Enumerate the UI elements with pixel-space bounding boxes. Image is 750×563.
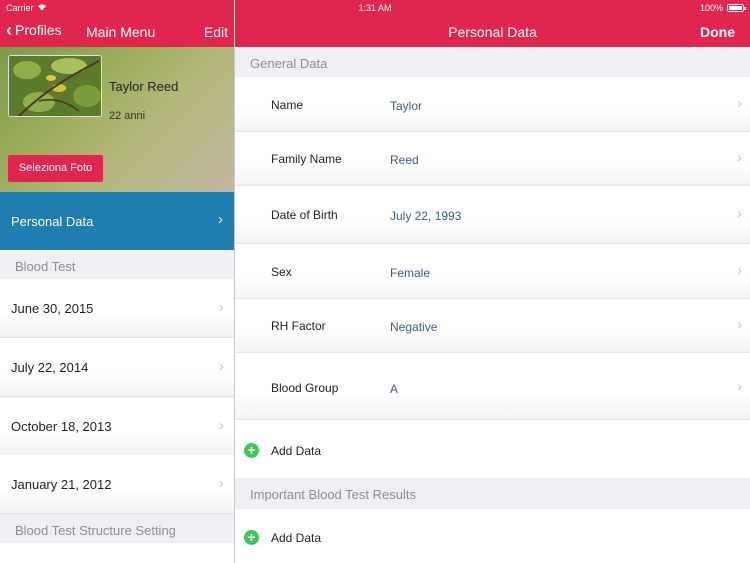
- blood-test-item[interactable]: June 30, 2015 ›: [0, 279, 234, 338]
- add-data-label: Add Data: [271, 444, 322, 458]
- chevron-right-icon: ›: [219, 299, 224, 316]
- master-nav-bar: ‹ Profiles Main Menu Edit: [0, 16, 234, 47]
- field-row-family-name[interactable]: Family Name Reed ›: [235, 132, 750, 186]
- select-photo-button[interactable]: Seleziona Foto: [8, 155, 103, 182]
- done-button[interactable]: Done: [700, 24, 735, 40]
- field-label: Family Name: [271, 152, 342, 166]
- detail-nav-title: Personal Data: [448, 24, 537, 40]
- blood-test-date: January 21, 2012: [11, 477, 112, 492]
- chevron-right-icon: ›: [737, 378, 742, 395]
- add-icon: +: [244, 443, 259, 458]
- section-header-label: Blood Test: [15, 259, 76, 274]
- blood-test-date: July 22, 2014: [11, 360, 89, 375]
- field-label: Sex: [271, 265, 292, 279]
- blood-test-item[interactable]: July 22, 2014 ›: [0, 338, 234, 397]
- profile-age: 22 anni: [109, 110, 146, 122]
- field-label: Name: [271, 98, 304, 112]
- chevron-right-icon: ›: [737, 149, 742, 166]
- field-label: RH Factor: [271, 319, 326, 333]
- chevron-right-icon: ›: [737, 95, 742, 112]
- blood-test-item[interactable]: October 18, 2013 ›: [0, 397, 234, 456]
- important-results-section-header: Important Blood Test Results: [235, 478, 750, 509]
- field-value: Taylor: [390, 99, 423, 113]
- menu-item-label: Personal Data: [11, 214, 94, 229]
- master-nav-title: Main Menu: [86, 24, 156, 40]
- field-row-blood-group[interactable]: Blood Group A ›: [235, 353, 750, 420]
- chevron-right-icon: ›: [219, 475, 224, 492]
- section-header-label: Blood Test Structure Setting: [15, 523, 176, 538]
- status-time: 1:31 AM: [358, 3, 392, 13]
- detail-nav-bar: Personal Data Done: [235, 16, 750, 47]
- field-row-rh-factor[interactable]: RH Factor Negative ›: [235, 299, 750, 353]
- add-important-result-button[interactable]: + Add Data: [235, 509, 750, 563]
- profile-header: Taylor Reed 22 anni Seleziona Foto: [0, 47, 234, 192]
- master-panel: Taylor Reed 22 anni Seleziona Foto Perso…: [0, 47, 234, 563]
- field-value: Female: [390, 266, 431, 280]
- blood-test-date: June 30, 2015: [11, 301, 94, 316]
- field-value: Reed: [390, 153, 419, 167]
- field-row-name[interactable]: Name Taylor ›: [235, 77, 750, 132]
- blood-test-date: October 18, 2013: [11, 419, 112, 434]
- field-label: Blood Group: [271, 381, 339, 395]
- battery-icon: [727, 4, 746, 12]
- field-value: A: [390, 382, 399, 396]
- back-button[interactable]: ‹ Profiles: [6, 20, 62, 40]
- chevron-right-icon: ›: [737, 205, 742, 222]
- field-row-date-of-birth[interactable]: Date of Birth July 22, 1993 ›: [235, 186, 750, 244]
- battery-percentage: 100%: [699, 3, 723, 13]
- menu-item-personal-data[interactable]: Personal Data ›: [0, 192, 234, 250]
- chevron-left-icon: ‹: [6, 20, 12, 40]
- chevron-right-icon: ›: [219, 417, 224, 434]
- back-button-label: Profiles: [15, 22, 62, 38]
- profile-photo[interactable]: [8, 55, 102, 117]
- field-row-sex[interactable]: Sex Female ›: [235, 244, 750, 299]
- edit-button[interactable]: Edit: [204, 24, 228, 40]
- general-data-section-header: General Data: [235, 47, 750, 77]
- add-data-label: Add Data: [271, 531, 322, 545]
- field-label: Date of Birth: [271, 208, 338, 222]
- add-icon: +: [244, 530, 259, 545]
- field-value: July 22, 1993: [390, 209, 462, 223]
- field-value: Negative: [390, 320, 438, 334]
- blood-test-section-header: Blood Test: [0, 250, 234, 279]
- profile-name: Taylor Reed: [109, 79, 179, 94]
- section-header-label: Important Blood Test Results: [250, 487, 416, 502]
- structure-setting-section-header[interactable]: Blood Test Structure Setting: [0, 514, 234, 543]
- detail-panel: General Data Name Taylor › Family Name R…: [235, 47, 750, 563]
- status-bar: Carrier 1:31 AM 100%: [0, 0, 750, 16]
- chevron-right-icon: ›: [737, 316, 742, 333]
- add-general-data-button[interactable]: + Add Data: [235, 420, 750, 478]
- section-header-label: General Data: [250, 56, 328, 71]
- blood-test-item[interactable]: January 21, 2012 ›: [0, 455, 234, 514]
- chevron-right-icon: ›: [218, 211, 223, 228]
- chevron-right-icon: ›: [219, 358, 224, 375]
- chevron-right-icon: ›: [737, 262, 742, 279]
